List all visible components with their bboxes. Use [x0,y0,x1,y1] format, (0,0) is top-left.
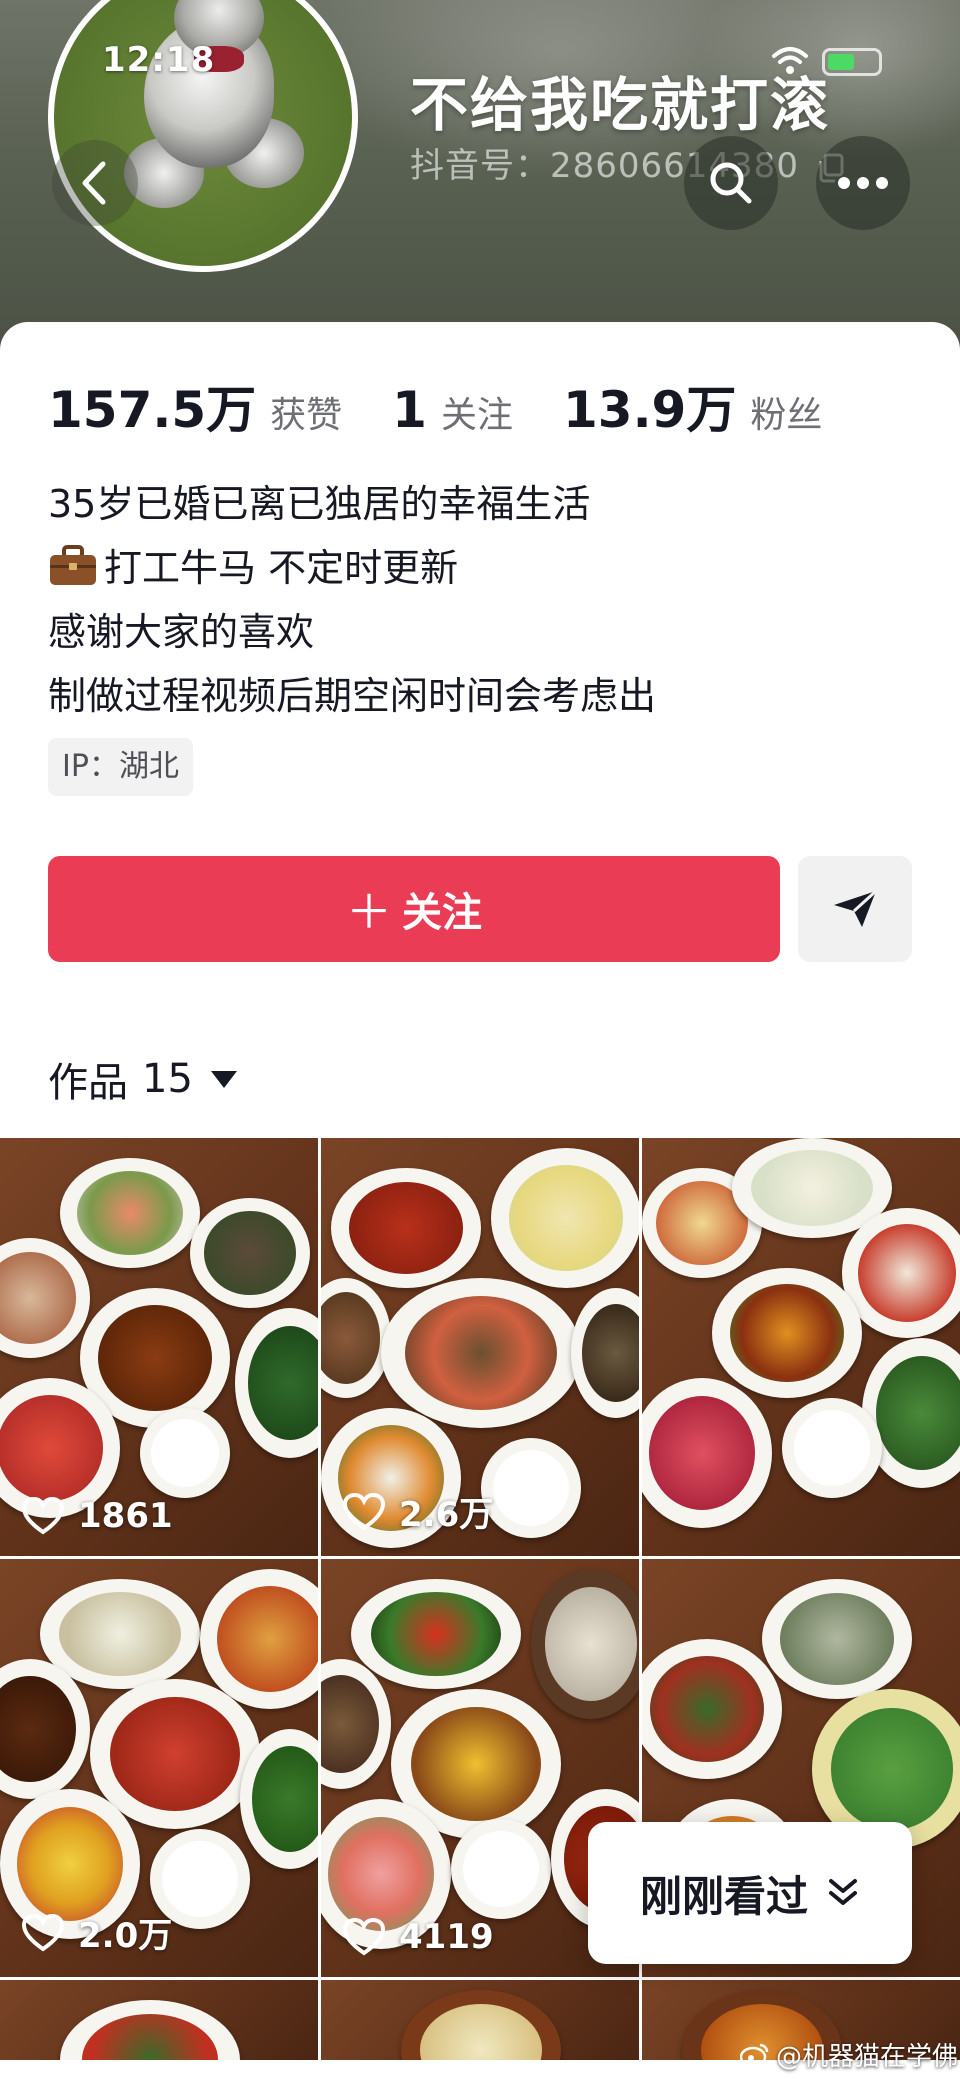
dish [331,1168,481,1288]
work-tile[interactable]: 2.6万 [321,1138,639,1556]
watermark-text: @机器猫在学佛 [776,2042,959,2072]
bio-line: 打工牛马 不定时更新 [48,536,908,600]
followers-label[interactable]: 粉丝 [750,386,822,438]
dish [190,1198,310,1308]
username: 不给我吃就打滚 [410,71,831,139]
recently-viewed-button[interactable]: 刚刚看过 [588,1822,912,1964]
dish [712,1268,862,1398]
bio-line: 35岁已婚已离已独居的幸福生活 [48,482,591,526]
message-button[interactable] [798,856,912,962]
stats-row: 157.5万 获赞 1 关注 13.9万 粉丝 [48,370,872,442]
rice-bowl [451,1819,551,1919]
briefcase-icon [50,545,96,585]
battery-level [828,54,854,70]
follow-label: 关注 [402,890,482,936]
work-tile[interactable] [321,1980,639,2060]
heart-icon [22,1497,64,1535]
works-count: 15 [142,1056,193,1102]
bio-line: 制做过程视频后期空闲时间会考虑出 [48,674,657,718]
likes-label: 获赞 [270,395,343,436]
work-tile[interactable] [0,1980,318,2060]
search-icon [710,162,752,204]
tile-likes: 2.6万 [343,1487,493,1536]
plus-icon: ＋ [346,885,392,939]
more-button[interactable] [816,136,910,230]
watermark: @机器猫在学佛 [740,2036,958,2073]
likes-count: 157.5万 [48,381,257,439]
tile-likes: 4119 [343,1917,494,1957]
tile-likes-count: 2.0万 [78,1916,173,1956]
dish [351,1579,521,1689]
dish [381,1278,581,1428]
double-chevron-down-icon [829,1879,857,1905]
dish [531,1569,639,1719]
work-tile[interactable]: 1861 [0,1138,318,1556]
tile-likes-count: 1861 [78,1496,173,1536]
rice-bowl [140,1408,230,1498]
rice-bowl [481,1438,581,1538]
back-button[interactable] [52,140,138,226]
dish [60,1158,200,1268]
weibo-icon [740,2043,769,2067]
recently-viewed-label: 刚刚看过 [639,1871,808,1921]
send-icon [834,889,878,927]
bio: 35岁已婚已离已独居的幸福生活 打工牛马 不定时更新 感谢大家的喜欢 制做过程视… [48,472,908,728]
more-icon [838,177,888,189]
following-label[interactable]: 关注 [441,386,513,438]
dish [491,1148,639,1288]
tile-likes-count: 4119 [399,1917,494,1957]
back-icon [82,161,106,205]
work-tile[interactable]: 2.0万 [0,1559,318,1977]
heart-icon [343,1918,385,1956]
tile-likes: 1861 [22,1496,173,1536]
rice-bowl [782,1398,882,1498]
ip-location-tag: IP：湖北 [48,738,193,796]
followers-count[interactable]: 13.9万 [563,370,736,442]
tile-likes-count: 2.6万 [399,1495,494,1535]
follow-button[interactable]: ＋ 关注 [48,856,780,962]
bio-line: 感谢大家的喜欢 [48,610,315,654]
bio-line-text: 打工牛马 不定时更新 [104,546,459,590]
works-tab[interactable]: 作品 15 [48,1050,237,1108]
dish [762,1579,912,1699]
work-tile[interactable] [642,1138,960,1556]
search-button[interactable] [684,136,778,230]
caret-down-icon [210,1070,237,1088]
tile-likes: 2.0万 [22,1908,172,1957]
battery-icon [822,48,882,76]
heart-icon [22,1913,64,1951]
following-count[interactable]: 1 [392,381,427,439]
douyin-id-row[interactable]: 抖音号：28606614380 [410,138,845,187]
works-title: 作品 [48,1060,128,1106]
heart-icon [343,1492,385,1530]
status-time: 12:18 [102,40,216,80]
